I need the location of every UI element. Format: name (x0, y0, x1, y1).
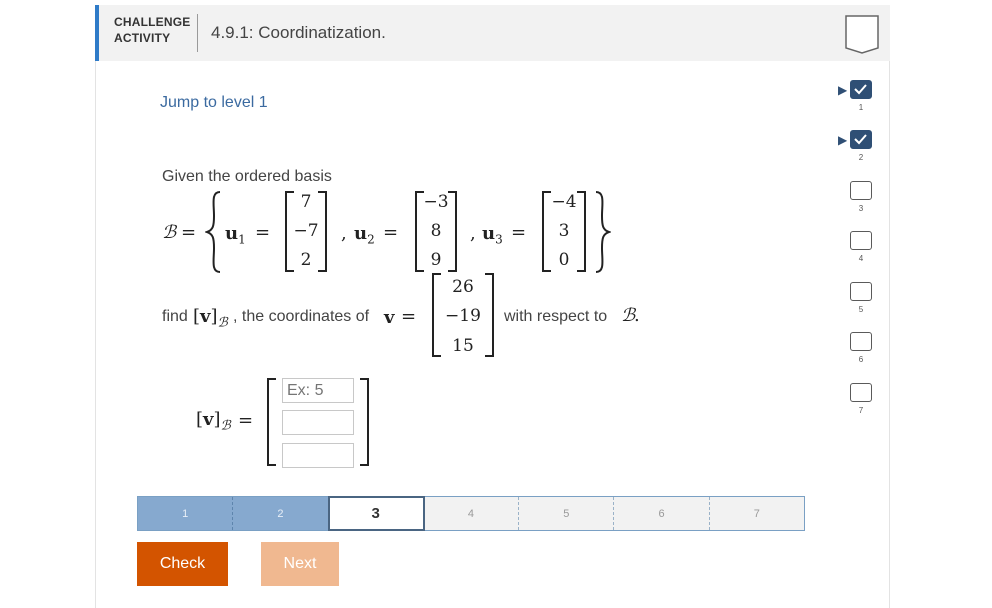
u3-vector: −4 3 0 (542, 191, 586, 272)
activity-badge: CHALLENGE ACTIVITY (114, 14, 190, 46)
level-indicator-4[interactable]: 4 (850, 231, 872, 263)
u2-entry: 8 (430, 221, 442, 241)
level-number: 5 (858, 305, 864, 314)
u2-label: u2 (354, 223, 375, 247)
basis-symbol: ℬ (162, 222, 177, 243)
progress-segment[interactable]: 5 (519, 497, 615, 530)
u3-entry: 0 (558, 250, 570, 270)
current-arrow-icon: ▶ (838, 83, 848, 97)
progress-segment[interactable]: 6 (614, 497, 710, 530)
u1-entry: 7 (300, 192, 312, 212)
check-button[interactable]: Check (137, 542, 228, 586)
level-number: 7 (858, 406, 864, 415)
answer-equals: = (238, 410, 254, 431)
progress-segment[interactable]: 2 (233, 497, 329, 530)
level-indicator-7[interactable]: 7 (850, 383, 872, 415)
empty-box-icon (850, 181, 872, 200)
header-divider (197, 14, 198, 52)
v-equals: = (401, 306, 417, 327)
left-brace (205, 191, 221, 273)
progress-segment[interactable]: 7 (709, 497, 804, 530)
jump-to-level-link[interactable]: Jump to level 1 (160, 94, 268, 112)
v-label: v (384, 307, 395, 328)
u2-entry: 9 (430, 250, 442, 270)
empty-box-icon (850, 231, 872, 250)
progress-segment[interactable]: 1 (138, 497, 234, 530)
u3-entry: −4 (551, 192, 577, 212)
empty-box-icon (850, 282, 872, 301)
u1-entry: −7 (293, 221, 319, 241)
level-indicator-6[interactable]: 6 (850, 332, 872, 364)
activity-title: 4.9.1: Coordinatization. (211, 23, 386, 42)
badge-line-2: ACTIVITY (114, 31, 171, 45)
level-progress-bar: 1 2 3 4 5 6 7 (137, 496, 805, 531)
right-brace (595, 191, 611, 273)
empty-box-icon (850, 383, 872, 402)
u3-label: u3 (482, 223, 503, 247)
level-indicator-3[interactable]: 3 (850, 181, 872, 213)
current-arrow-icon: ▶ (838, 133, 848, 147)
progress-segment[interactable]: 4 (423, 497, 520, 530)
u2-vector: −3 8 9 (415, 191, 457, 272)
next-button[interactable]: Next (261, 542, 339, 586)
answer-input-1[interactable] (282, 378, 354, 403)
u3-equals: = (511, 222, 527, 243)
u1-equals: = (255, 222, 271, 243)
u1-vector: 7 −7 2 (285, 191, 327, 272)
answer-input-3[interactable] (282, 443, 354, 468)
check-icon (850, 80, 872, 99)
v-entry: 15 (452, 336, 474, 356)
coord-bracket-v: [v]ℬ (193, 306, 228, 331)
empty-box-icon (850, 332, 872, 351)
level-number: 6 (858, 355, 864, 364)
badge-line-1: CHALLENGE (114, 15, 191, 29)
question-prompt: Given the ordered basis (162, 168, 332, 185)
level-indicator-2[interactable]: ▶ 2 (838, 130, 872, 162)
u1-entry: 2 (300, 250, 312, 270)
u2-equals: = (383, 222, 399, 243)
v-vector: 26 −19 15 (432, 273, 494, 357)
progress-segment-current[interactable]: 3 (327, 496, 425, 531)
v-entry: 26 (452, 277, 474, 297)
bookmark-icon[interactable] (844, 14, 880, 54)
level-indicator-1[interactable]: ▶ 1 (838, 80, 872, 112)
answer-label: [v]ℬ (196, 409, 231, 434)
basis-equals: = (181, 222, 197, 243)
u3-entry: 3 (558, 221, 570, 241)
u1-label: u1 (225, 223, 246, 247)
check-icon (850, 130, 872, 149)
level-number: 2 (858, 153, 864, 162)
find-prefix: find (162, 308, 188, 325)
level-indicator-5[interactable]: 5 (850, 282, 872, 314)
u2-entry: −3 (423, 192, 449, 212)
answer-input-2[interactable] (282, 410, 354, 435)
activity-header: CHALLENGE ACTIVITY 4.9.1: Coordinatizati… (95, 5, 890, 61)
level-number: 1 (858, 103, 864, 112)
level-number: 4 (858, 254, 864, 263)
v-entry: −19 (445, 306, 481, 326)
find-middle: , the coordinates of (233, 308, 370, 325)
level-number: 3 (858, 204, 864, 213)
find-suffix: with respect to (504, 308, 608, 325)
